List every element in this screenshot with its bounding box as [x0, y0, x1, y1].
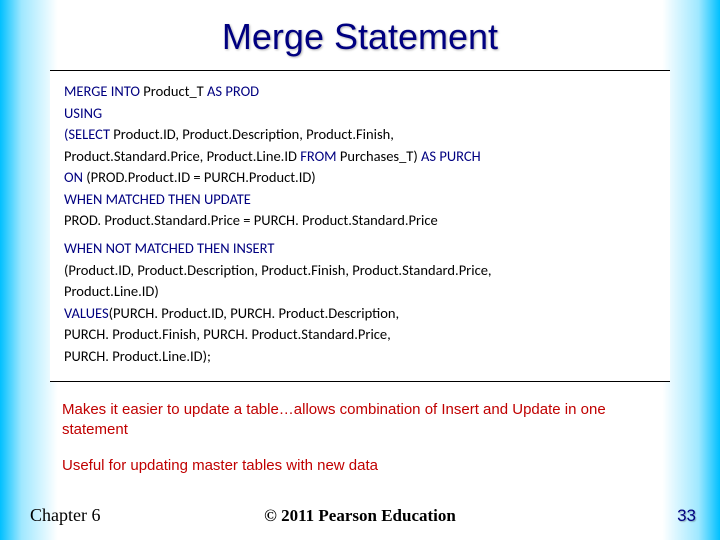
keyword-as-purch: AS PURCH: [421, 147, 481, 165]
keyword-using: USING: [64, 103, 656, 125]
keyword-as-prod: AS PROD: [207, 82, 259, 100]
code-line: ON (PROD.Product.ID = PURCH.Product.ID): [64, 167, 656, 189]
code-line: MERGE INTO Product_T AS PROD: [64, 81, 656, 103]
code-line: (SELECT Product.ID, Product.Description,…: [64, 124, 656, 146]
code-text: (Product.ID, Product.Description, Produc…: [64, 260, 656, 282]
code-text: Product.Line.ID): [64, 281, 656, 303]
code-text: (PROD.Product.ID = PURCH.Product.ID): [83, 168, 316, 186]
code-text: Product.ID, Product.Description, Product…: [110, 125, 394, 143]
code-text: Purchases_T): [337, 147, 421, 165]
keyword-when-not-matched: WHEN NOT MATCHED THEN INSERT: [64, 238, 656, 260]
copyright-text: © 2011 Pearson Education: [0, 506, 720, 526]
keyword-select: (SELECT: [64, 125, 110, 143]
code-line: Product.Standard.Price, Product.Line.ID …: [64, 146, 656, 168]
keyword-values: VALUES: [64, 304, 109, 322]
code-text: PROD. Product.Standard.Price = PURCH. Pr…: [64, 210, 656, 232]
sql-code-block: MERGE INTO Product_T AS PROD USING (SELE…: [50, 70, 670, 382]
code-text: Product_T: [140, 82, 207, 100]
page-number: 33: [677, 506, 696, 526]
description-2: Useful for updating master tables with n…: [62, 457, 658, 474]
code-text: (PURCH. Product.ID, PURCH. Product.Descr…: [109, 304, 400, 322]
code-text: PURCH. Product.Finish, PURCH. Product.St…: [64, 324, 656, 346]
keyword-from: FROM: [300, 147, 336, 165]
slide-title: Merge Statement: [0, 0, 720, 58]
keyword-on: ON: [64, 168, 83, 186]
description-1: Makes it easier to update a table…allows…: [62, 400, 658, 439]
keyword-when-matched: WHEN MATCHED THEN UPDATE: [64, 189, 656, 211]
code-text: PURCH. Product.Line.ID);: [64, 346, 656, 368]
keyword-merge-into: MERGE INTO: [64, 82, 140, 100]
code-text: Product.Standard.Price, Product.Line.ID: [64, 147, 300, 165]
code-line: VALUES(PURCH. Product.ID, PURCH. Product…: [64, 303, 656, 325]
